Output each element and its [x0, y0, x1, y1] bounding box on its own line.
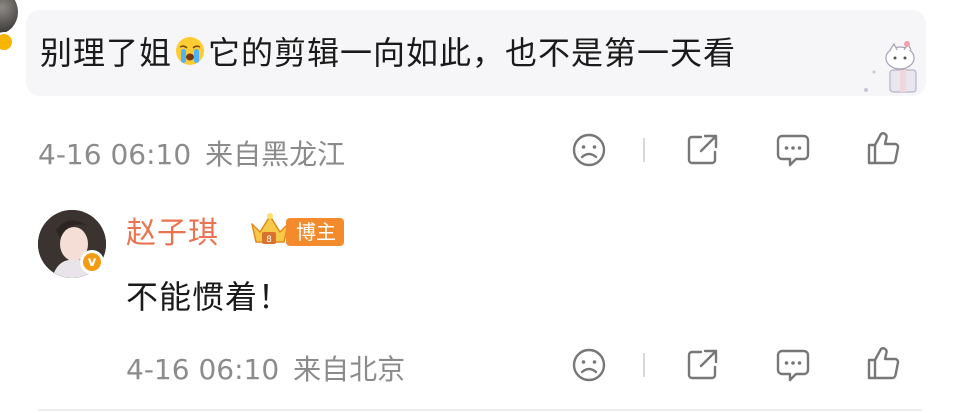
reply-like-icon[interactable] [864, 344, 902, 382]
comment-location: 来自黑龙江 [205, 138, 346, 171]
sad-face-icon[interactable] [570, 131, 608, 169]
comment-bubble: 别理了姐 它的剪辑一向如此，也不是第一天看 [26, 10, 926, 96]
comment-meta: 4-16 06:10 来自黑龙江 [38, 133, 345, 173]
reply-location: 来自北京 [293, 353, 406, 386]
comment-text-part-1: 别理了姐 [40, 34, 173, 72]
reply-text: 不能惯着！ [126, 278, 292, 316]
action-divider [643, 138, 645, 162]
reply-date: 4-16 06:10 [126, 353, 280, 386]
verified-badge-icon: v [80, 250, 104, 274]
svg-text:8: 8 [266, 235, 272, 245]
comment-text: 别理了姐 它的剪辑一向如此，也不是第一天看 [40, 28, 736, 74]
bottom-divider [38, 409, 922, 411]
share-icon[interactable] [683, 131, 721, 169]
reply-action-divider [643, 353, 645, 377]
bubble-decoration-icon [860, 32, 924, 96]
like-icon[interactable] [864, 129, 902, 167]
commenter-verified-badge [0, 32, 14, 52]
host-badge: 博主 [286, 218, 344, 246]
commenter-avatar[interactable] [0, 0, 18, 34]
comment-text-part-2: 它的剪辑一向如此，也不是第一天看 [208, 34, 737, 72]
reply-sad-face-icon[interactable] [570, 346, 608, 384]
reply-meta: 4-16 06:10 来自北京 [126, 348, 405, 388]
comment-icon[interactable] [774, 131, 812, 169]
reply-share-icon[interactable] [683, 346, 721, 384]
reply-author-name[interactable]: 赵子琪 [126, 208, 219, 252]
comment-date: 4-16 06:10 [38, 138, 192, 171]
crying-emoji-icon [174, 35, 206, 67]
reply-comment-icon[interactable] [774, 346, 812, 384]
